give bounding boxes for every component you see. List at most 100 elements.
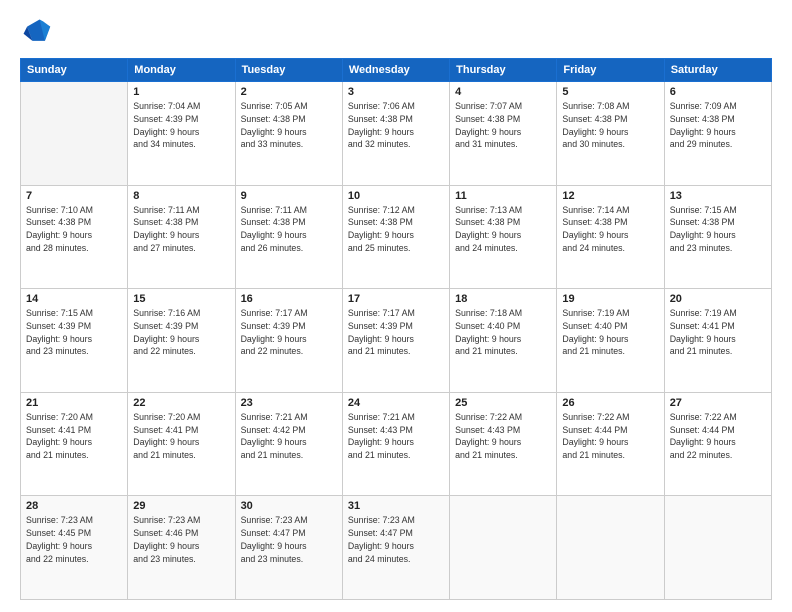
day-cell: 8 Sunrise: 7:11 AM Sunset: 4:38 PM Daylig… — [128, 185, 235, 289]
day-number: 29 — [133, 500, 229, 512]
day-number: 11 — [455, 190, 551, 202]
day-cell: 20 Sunrise: 7:19 AM Sunset: 4:41 PM Dayli… — [664, 289, 771, 393]
day-cell: 15 Sunrise: 7:16 AM Sunset: 4:39 PM Dayli… — [128, 289, 235, 393]
day-info: Sunrise: 7:15 AM Sunset: 4:39 PM Dayligh… — [26, 307, 122, 358]
day-number: 31 — [348, 500, 444, 512]
week-row-3: 14 Sunrise: 7:15 AM Sunset: 4:39 PM Dayli… — [21, 289, 772, 393]
day-number: 4 — [455, 86, 551, 98]
logo-icon — [20, 16, 52, 48]
day-cell: 10 Sunrise: 7:12 AM Sunset: 4:38 PM Dayli… — [342, 185, 449, 289]
day-info: Sunrise: 7:20 AM Sunset: 4:41 PM Dayligh… — [26, 411, 122, 462]
logo — [20, 16, 56, 48]
day-info: Sunrise: 7:22 AM Sunset: 4:43 PM Dayligh… — [455, 411, 551, 462]
day-info: Sunrise: 7:22 AM Sunset: 4:44 PM Dayligh… — [562, 411, 658, 462]
day-cell: 3Sunrise: 7:06 AM Sunset: 4:38 PM Daylig… — [342, 82, 449, 186]
day-info: Sunrise: 7:23 AM Sunset: 4:45 PM Dayligh… — [26, 514, 122, 565]
day-cell: 27 Sunrise: 7:22 AM Sunset: 4:44 PM Dayli… — [664, 392, 771, 496]
day-number: 2 — [241, 86, 337, 98]
day-info: Sunrise: 7:23 AM Sunset: 4:47 PM Dayligh… — [348, 514, 444, 565]
day-number: 13 — [670, 190, 766, 202]
day-info: Sunrise: 7:23 AM Sunset: 4:46 PM Dayligh… — [133, 514, 229, 565]
day-number: 10 — [348, 190, 444, 202]
day-info: Sunrise: 7:21 AM Sunset: 4:43 PM Dayligh… — [348, 411, 444, 462]
day-header-tuesday: Tuesday — [235, 59, 342, 82]
day-info: Sunrise: 7:16 AM Sunset: 4:39 PM Dayligh… — [133, 307, 229, 358]
day-info: Sunrise: 7:12 AM Sunset: 4:38 PM Dayligh… — [348, 204, 444, 255]
day-number: 14 — [26, 293, 122, 305]
day-cell: 24 Sunrise: 7:21 AM Sunset: 4:43 PM Dayli… — [342, 392, 449, 496]
day-cell: 1 Sunrise: 7:04 AM Sunset: 4:39 PM Daylig… — [128, 82, 235, 186]
day-number: 28 — [26, 500, 122, 512]
day-info: Sunrise: 7:14 AM Sunset: 4:38 PM Dayligh… — [562, 204, 658, 255]
day-cell: 17Sunrise: 7:17 AM Sunset: 4:39 PM Dayli… — [342, 289, 449, 393]
day-number: 22 — [133, 397, 229, 409]
day-cell: 26 Sunrise: 7:22 AM Sunset: 4:44 PM Dayli… — [557, 392, 664, 496]
day-cell: 6 Sunrise: 7:09 AM Sunset: 4:38 PM Daylig… — [664, 82, 771, 186]
day-header-monday: Monday — [128, 59, 235, 82]
day-cell: 21Sunrise: 7:20 AM Sunset: 4:41 PM Dayli… — [21, 392, 128, 496]
day-cell: 16Sunrise: 7:17 AM Sunset: 4:39 PM Dayli… — [235, 289, 342, 393]
day-cell: 31 Sunrise: 7:23 AM Sunset: 4:47 PM Dayli… — [342, 496, 449, 600]
day-number: 18 — [455, 293, 551, 305]
header — [20, 16, 772, 48]
day-info: Sunrise: 7:11 AM Sunset: 4:38 PM Dayligh… — [133, 204, 229, 255]
day-info: Sunrise: 7:11 AM Sunset: 4:38 PM Dayligh… — [241, 204, 337, 255]
page: SundayMondayTuesdayWednesdayThursdayFrid… — [0, 0, 792, 612]
day-cell: 29 Sunrise: 7:23 AM Sunset: 4:46 PM Dayli… — [128, 496, 235, 600]
day-number: 1 — [133, 86, 229, 98]
day-number: 23 — [241, 397, 337, 409]
day-header-sunday: Sunday — [21, 59, 128, 82]
week-row-4: 21Sunrise: 7:20 AM Sunset: 4:41 PM Dayli… — [21, 392, 772, 496]
day-number: 25 — [455, 397, 551, 409]
day-cell: 4 Sunrise: 7:07 AM Sunset: 4:38 PM Daylig… — [450, 82, 557, 186]
day-number: 5 — [562, 86, 658, 98]
day-info: Sunrise: 7:18 AM Sunset: 4:40 PM Dayligh… — [455, 307, 551, 358]
day-cell: 19 Sunrise: 7:19 AM Sunset: 4:40 PM Dayli… — [557, 289, 664, 393]
day-cell — [21, 82, 128, 186]
day-cell: 25 Sunrise: 7:22 AM Sunset: 4:43 PM Dayli… — [450, 392, 557, 496]
day-cell — [557, 496, 664, 600]
day-number: 6 — [670, 86, 766, 98]
day-info: Sunrise: 7:13 AM Sunset: 4:38 PM Dayligh… — [455, 204, 551, 255]
day-number: 24 — [348, 397, 444, 409]
day-info: Sunrise: 7:19 AM Sunset: 4:40 PM Dayligh… — [562, 307, 658, 358]
day-info: Sunrise: 7:15 AM Sunset: 4:38 PM Dayligh… — [670, 204, 766, 255]
day-number: 9 — [241, 190, 337, 202]
day-number: 8 — [133, 190, 229, 202]
day-cell: 5 Sunrise: 7:08 AM Sunset: 4:38 PM Daylig… — [557, 82, 664, 186]
day-number: 27 — [670, 397, 766, 409]
day-cell: 12 Sunrise: 7:14 AM Sunset: 4:38 PM Dayli… — [557, 185, 664, 289]
day-cell: 11 Sunrise: 7:13 AM Sunset: 4:38 PM Dayli… — [450, 185, 557, 289]
day-info: Sunrise: 7:20 AM Sunset: 4:41 PM Dayligh… — [133, 411, 229, 462]
day-number: 15 — [133, 293, 229, 305]
day-cell: 30 Sunrise: 7:23 AM Sunset: 4:47 PM Dayli… — [235, 496, 342, 600]
day-cell: 7Sunrise: 7:10 AM Sunset: 4:38 PM Daylig… — [21, 185, 128, 289]
day-info: Sunrise: 7:19 AM Sunset: 4:41 PM Dayligh… — [670, 307, 766, 358]
day-info: Sunrise: 7:23 AM Sunset: 4:47 PM Dayligh… — [241, 514, 337, 565]
day-cell: 13 Sunrise: 7:15 AM Sunset: 4:38 PM Dayli… — [664, 185, 771, 289]
day-info: Sunrise: 7:09 AM Sunset: 4:38 PM Dayligh… — [670, 100, 766, 151]
day-header-wednesday: Wednesday — [342, 59, 449, 82]
day-cell: 28 Sunrise: 7:23 AM Sunset: 4:45 PM Dayli… — [21, 496, 128, 600]
header-row: SundayMondayTuesdayWednesdayThursdayFrid… — [21, 59, 772, 82]
day-info: Sunrise: 7:04 AM Sunset: 4:39 PM Dayligh… — [133, 100, 229, 151]
day-info: Sunrise: 7:21 AM Sunset: 4:42 PM Dayligh… — [241, 411, 337, 462]
day-info: Sunrise: 7:08 AM Sunset: 4:38 PM Dayligh… — [562, 100, 658, 151]
day-number: 30 — [241, 500, 337, 512]
day-number: 19 — [562, 293, 658, 305]
day-number: 7 — [26, 190, 122, 202]
day-number: 26 — [562, 397, 658, 409]
day-number: 3 — [348, 86, 444, 98]
week-row-1: 1 Sunrise: 7:04 AM Sunset: 4:39 PM Daylig… — [21, 82, 772, 186]
day-number: 12 — [562, 190, 658, 202]
week-row-2: 7Sunrise: 7:10 AM Sunset: 4:38 PM Daylig… — [21, 185, 772, 289]
day-cell — [664, 496, 771, 600]
day-info: Sunrise: 7:05 AM Sunset: 4:38 PM Dayligh… — [241, 100, 337, 151]
day-cell: 9 Sunrise: 7:11 AM Sunset: 4:38 PM Daylig… — [235, 185, 342, 289]
day-info: Sunrise: 7:22 AM Sunset: 4:44 PM Dayligh… — [670, 411, 766, 462]
day-number: 17 — [348, 293, 444, 305]
day-info: Sunrise: 7:07 AM Sunset: 4:38 PM Dayligh… — [455, 100, 551, 151]
day-header-friday: Friday — [557, 59, 664, 82]
day-number: 20 — [670, 293, 766, 305]
day-cell: 2 Sunrise: 7:05 AM Sunset: 4:38 PM Daylig… — [235, 82, 342, 186]
